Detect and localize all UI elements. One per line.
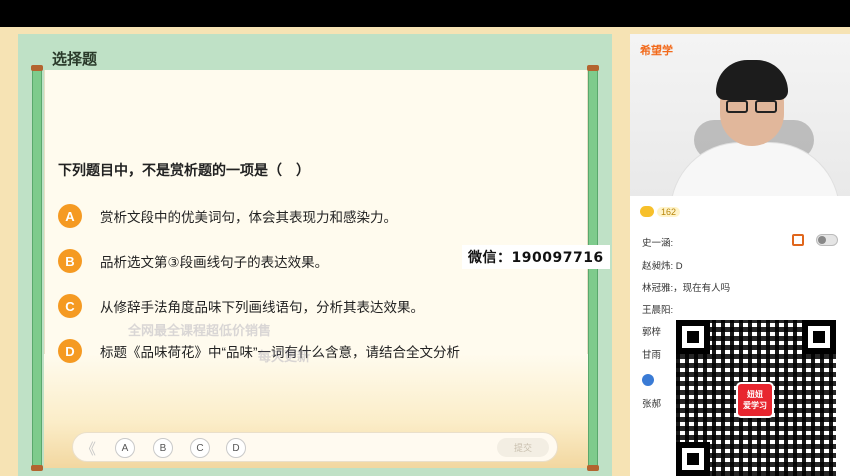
option-letter-badge: D <box>58 339 82 363</box>
slide-title: 选择题 <box>52 51 98 68</box>
like-counter[interactable]: 162 <box>640 206 681 217</box>
answer-choice-d[interactable]: D <box>226 438 246 458</box>
answer-choice-c[interactable]: C <box>190 438 210 458</box>
like-count: 162 <box>657 206 681 217</box>
wechat-watermark: 微信：190097716 <box>462 245 610 269</box>
chat-message: 史一涵: <box>642 238 674 249</box>
answer-bar: 《 A B C D 提交 <box>72 432 558 462</box>
qr-finder-icon <box>676 320 710 354</box>
chat-message: 甘雨 <box>642 350 662 361</box>
user-badge-icon <box>642 374 654 386</box>
teacher-body <box>670 142 840 196</box>
classroom-stage: 选择题 下列题目中，不是赏析题的一项是（ ） A 赏析文段中的优美词句，体会其表… <box>0 27 850 476</box>
qr-center-line: 妞妞 <box>747 390 763 399</box>
option-text: 品析选文第③段画线句子的表达效果。 <box>100 255 329 270</box>
qr-center-logo: 妞妞 爱学习 <box>736 382 774 418</box>
teacher-hair <box>716 60 788 100</box>
faint-watermark: 全网最全课程超低价销售 <box>128 323 272 338</box>
scroll-rod-left <box>31 65 43 471</box>
teacher-video: 希望学 <box>630 34 850 196</box>
house-icon[interactable] <box>792 234 804 246</box>
qr-finder-icon <box>676 442 710 476</box>
chat-message: 赵昶炜: D <box>642 261 683 272</box>
glasses-icon <box>726 100 778 114</box>
qr-center-line: 爱学习 <box>743 401 767 410</box>
answer-choice-b[interactable]: B <box>153 438 173 458</box>
option-letter-badge: A <box>58 204 82 228</box>
top-black-bar <box>0 0 850 27</box>
collapse-chevron-icon[interactable]: 《 <box>81 438 96 459</box>
chat-message: 郭梓 <box>642 327 662 338</box>
brand-logo: 希望学 <box>640 45 673 57</box>
chat-message: 王晨阳: <box>642 305 674 316</box>
option-text: 赏析文段中的优美词句，体会其表现力和感染力。 <box>100 210 397 225</box>
chat-message: 林冠雅:，现在有人吗 <box>642 283 731 294</box>
chat-toggle[interactable] <box>816 234 838 246</box>
option-letter-badge: C <box>58 294 82 318</box>
chat-message: 张郝 <box>642 399 662 410</box>
submit-button[interactable]: 提交 <box>497 438 549 457</box>
option-b[interactable]: B 品析选文第③段画线句子的表达效果。 <box>58 249 328 273</box>
option-c[interactable]: C 从修辞手法角度品味下列画线语句，分析其表达效果。 <box>58 294 424 318</box>
qr-finder-icon <box>802 320 836 354</box>
option-a[interactable]: A 赏析文段中的优美词句，体会其表现力和感染力。 <box>58 204 397 228</box>
like-emoji-icon <box>640 206 654 217</box>
question-text: 下列题目中，不是赏析题的一项是（ ） <box>58 162 310 178</box>
option-letter-badge: B <box>58 249 82 273</box>
answer-choice-a[interactable]: A <box>115 438 135 458</box>
faint-watermark: 每天更新 <box>258 349 311 364</box>
option-text: 从修辞手法角度品味下列画线语句，分析其表达效果。 <box>100 300 424 315</box>
